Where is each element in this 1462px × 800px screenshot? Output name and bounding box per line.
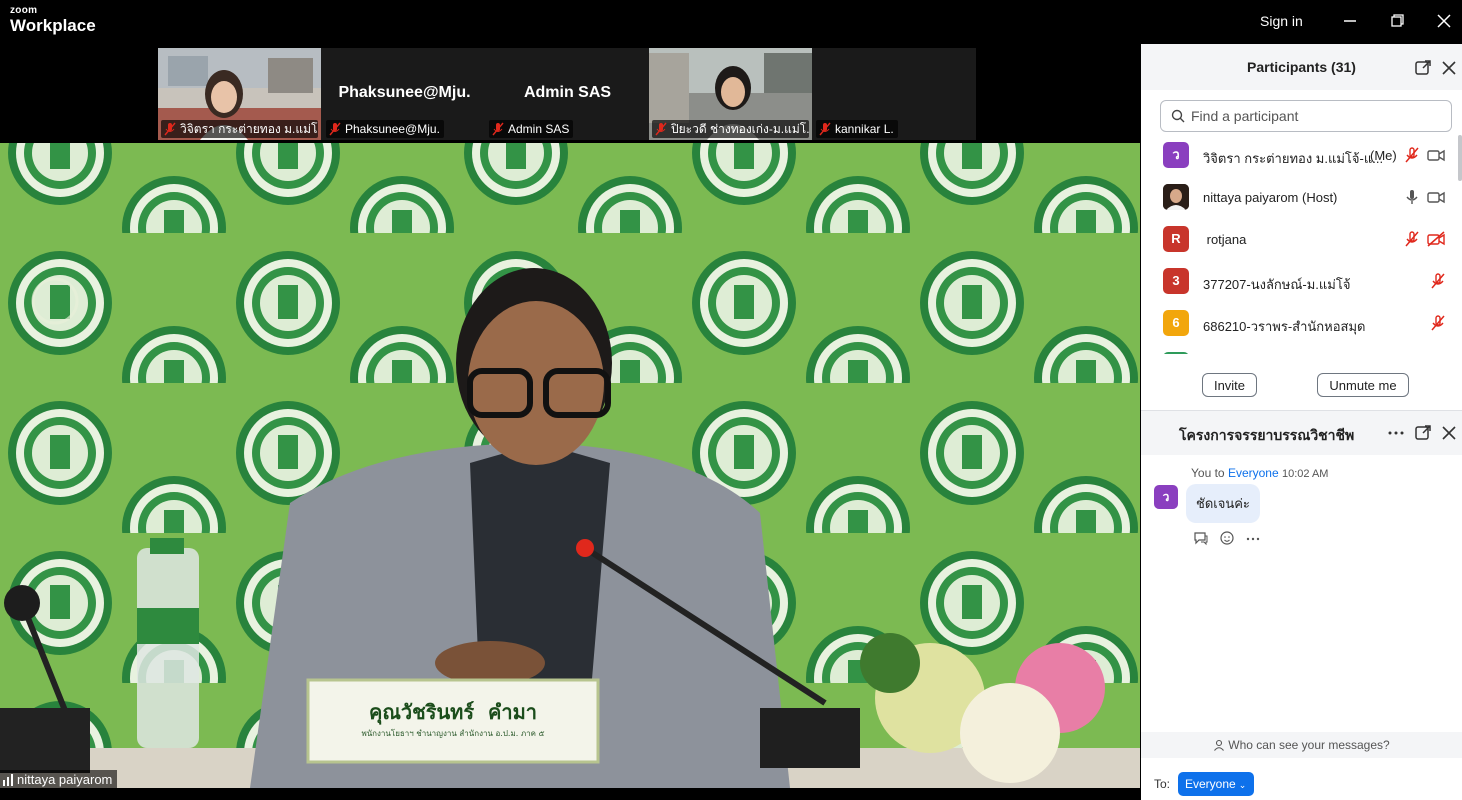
mic-muted-icon[interactable]	[1403, 230, 1421, 248]
avatar	[1163, 184, 1189, 210]
participant-tag: (Me)	[1370, 148, 1397, 163]
restore-icon[interactable]	[1385, 10, 1409, 32]
nameplate-title: คุณวัชรินทร์ คำมา	[368, 700, 538, 724]
speaker-video-frame	[0, 143, 1140, 788]
close-icon[interactable]	[1440, 59, 1458, 77]
invite-button[interactable]: Invite	[1202, 373, 1257, 397]
participant-tile[interactable]: Phaksunee@Mju. Phaksunee@Mju.	[323, 48, 486, 140]
participant-tile[interactable]: ปิยะวดี ช่างทองเก่ง-ม.แม่โ...	[649, 48, 812, 140]
participant-name: nittaya paiyarom (Host)	[1203, 190, 1338, 205]
participant-row[interactable]	[1141, 350, 1456, 354]
tile-big-name: Admin SAS	[523, 84, 612, 101]
avatar: 3	[1163, 268, 1189, 294]
message-time: 10:02 AM	[1281, 468, 1329, 480]
participant-row[interactable]: ว วิจิตรา กระต่ายทอง ม.แม่โจ้-แ... (Me)	[1141, 140, 1456, 182]
mic-muted-icon	[164, 122, 176, 136]
chat-message-bubble[interactable]: ชัดเจนค่ะ	[1186, 484, 1260, 523]
avatar: ว	[1154, 485, 1178, 509]
tile-name-bar: วิจิตรา กระต่ายทอง ม.แม่โ...	[161, 120, 318, 138]
participant-name: 377207-นงลักษณ์-ม.แม่โจ้	[1203, 277, 1351, 292]
mic-muted-icon	[819, 122, 831, 136]
avatar: 6	[1163, 310, 1189, 336]
participant-tile[interactable]: kannikar L.	[813, 48, 976, 140]
mic-on-icon[interactable]	[1403, 188, 1421, 206]
participant-name: วิจิตรา กระต่ายทอง ม.แม่โจ้-แ...	[1203, 151, 1384, 166]
title-bar: zoom Workplace Sign in	[0, 0, 1462, 44]
tile-name: Admin SAS	[508, 122, 570, 136]
participant-list-scrollbar[interactable]	[1458, 135, 1462, 181]
participant-row[interactable]: R rotjana	[1141, 224, 1456, 266]
recipient-value: Everyone	[1185, 777, 1236, 791]
emoji-icon[interactable]	[1219, 530, 1235, 546]
mic-muted-icon	[492, 122, 504, 136]
video-on-icon[interactable]	[1426, 146, 1446, 164]
tile-name: kannikar L.	[835, 122, 894, 136]
message-sender: You to	[1191, 466, 1225, 480]
side-panel: Participants (31) ว วิจิตรา กระต่ายทอง ม…	[1141, 44, 1462, 800]
video-filmstrip: วิจิตรา กระต่ายทอง ม.แม่โ... Phaksunee@M…	[158, 48, 976, 140]
participant-name: 686210-วราพร-สำนักหอสมุด	[1203, 319, 1366, 334]
close-icon[interactable]	[1440, 424, 1458, 442]
mic-muted-icon	[329, 122, 341, 136]
participant-search[interactable]	[1160, 100, 1452, 132]
participant-row[interactable]: 6 686210-วราพร-สำนักหอสมุด	[1141, 308, 1456, 350]
video-on-icon[interactable]	[1426, 188, 1446, 206]
participant-row[interactable]: nittaya paiyarom (Host)	[1141, 182, 1456, 224]
active-speaker-name: nittaya paiyarom	[17, 772, 113, 787]
message-actions	[1193, 530, 1261, 546]
tile-name: ปิยะวดี ช่างทองเก่ง-ม.แม่โ...	[671, 122, 809, 136]
active-speaker-name-tag: nittaya paiyarom	[0, 770, 118, 789]
avatar	[1163, 352, 1189, 354]
participants-header: Participants (31)	[1141, 44, 1462, 90]
minimize-icon[interactable]	[1338, 10, 1362, 32]
participant-tile[interactable]: Admin SAS Admin SAS	[486, 48, 649, 140]
message-meta: You to Everyone 10:02 AM	[1191, 466, 1328, 480]
more-options-icon[interactable]	[1387, 424, 1405, 442]
tile-name: Phaksunee@Mju.	[345, 122, 440, 136]
participant-tile[interactable]: วิจิตรา กระต่ายทอง ม.แม่โ...	[158, 48, 321, 140]
reply-icon[interactable]	[1193, 530, 1209, 546]
active-speaker-video[interactable]: คุณวัชรินทร์ คำมา พนักงานโยธาฯ ชำนาญงาน …	[0, 143, 1140, 788]
avatar: R	[1163, 226, 1189, 252]
mic-muted-icon[interactable]	[1428, 314, 1448, 332]
chevron-down-icon: ⌄	[1238, 780, 1247, 790]
unmute-me-button[interactable]: Unmute me	[1317, 373, 1409, 397]
who-can-see-text: Who can see your messages?	[1228, 738, 1390, 752]
sign-in-link[interactable]: Sign in	[1260, 13, 1303, 29]
person-icon	[1214, 739, 1225, 751]
more-options-icon[interactable]	[1245, 530, 1261, 546]
audio-level-icon	[3, 773, 13, 786]
pop-out-icon[interactable]	[1414, 59, 1432, 77]
tile-big-name: Phaksunee@Mju.	[338, 84, 471, 101]
tile-name-bar: ปิยะวดี ช่างทองเก่ง-ม.แม่โ...	[652, 120, 809, 138]
avatar: ว	[1163, 142, 1189, 168]
video-off-icon[interactable]	[1426, 230, 1446, 248]
participant-list: ว วิจิตรา กระต่ายทอง ม.แม่โจ้-แ... (Me) …	[1141, 140, 1456, 354]
tile-name-bar: kannikar L.	[816, 120, 898, 138]
tile-name-bar: Phaksunee@Mju.	[326, 120, 444, 138]
to-label: To:	[1154, 777, 1171, 791]
participant-name: rotjana	[1203, 232, 1247, 247]
who-can-see-link[interactable]: Who can see your messages?	[1141, 732, 1462, 758]
nameplate-subtitle: พนักงานโยธาฯ ชำนาญงาน สำนักงาน อ.ป.ม. ภา…	[361, 729, 545, 738]
mic-muted-icon[interactable]	[1428, 272, 1448, 290]
tile-name-bar: Admin SAS	[489, 120, 574, 138]
message-recipient[interactable]: Everyone	[1228, 466, 1279, 480]
pop-out-icon[interactable]	[1414, 424, 1432, 442]
search-icon	[1171, 109, 1185, 123]
tile-name: วิจิตรา กระต่ายทอง ม.แม่โ...	[180, 122, 318, 136]
mic-muted-icon[interactable]	[1403, 146, 1421, 164]
logo-big-text: Workplace	[10, 16, 96, 35]
close-window-icon[interactable]	[1432, 10, 1456, 32]
zoom-workplace-logo: zoom Workplace	[10, 5, 96, 35]
chat-title: โครงการจรรยาบรรณวิชาชีพ	[1179, 427, 1355, 443]
search-input[interactable]	[1191, 108, 1441, 124]
mic-muted-icon	[655, 122, 667, 136]
recipient-dropdown[interactable]: Everyone ⌄	[1178, 772, 1254, 796]
participant-row[interactable]: 3 377207-นงลักษณ์-ม.แม่โจ้	[1141, 266, 1456, 308]
logo-small-text: zoom	[10, 5, 38, 16]
chat-header: โครงการจรรยาบรรณวิชาชีพ	[1141, 411, 1462, 455]
